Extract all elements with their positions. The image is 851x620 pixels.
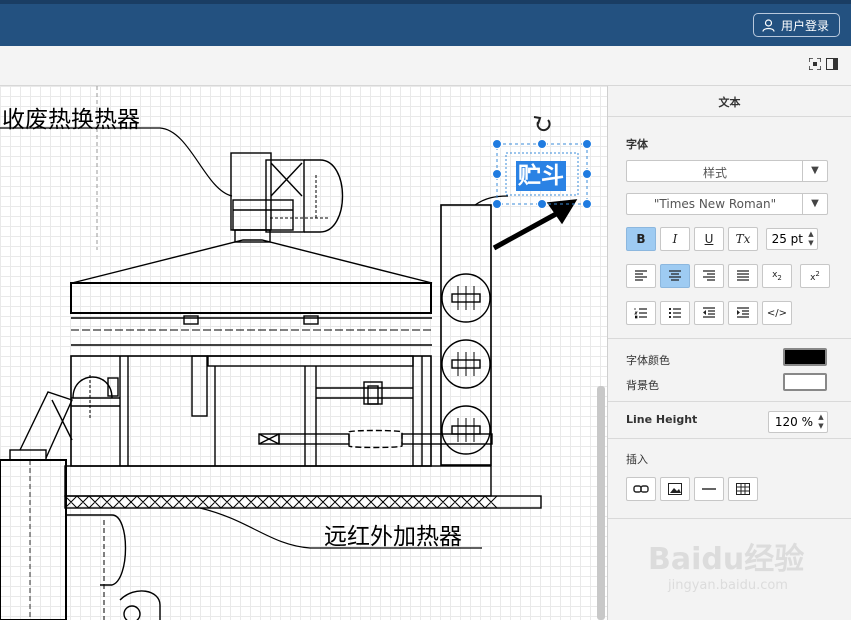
chevron-down-icon: ▼ <box>802 194 827 214</box>
top-header-bar: 用户登录 <box>0 0 851 46</box>
align-right-icon <box>703 270 715 281</box>
justify-icon <box>737 270 749 281</box>
user-icon <box>762 18 775 32</box>
rotate-handle-icon[interactable] <box>532 114 552 134</box>
insert-label: 插入 <box>626 453 648 466</box>
bold-button[interactable]: B <box>626 227 656 251</box>
outdent-icon <box>703 307 715 318</box>
horizontal-rule-icon <box>702 488 716 490</box>
spinner-icon[interactable]: ▲ ▼ <box>816 413 826 431</box>
align-center-button[interactable] <box>660 264 690 288</box>
font-section-label: 字体 <box>626 138 648 151</box>
panel-title: 文本 <box>718 96 741 109</box>
selected-text-hopper[interactable]: 贮斗 <box>516 161 566 191</box>
editor-toolbar <box>0 46 851 86</box>
align-left-button[interactable] <box>626 264 656 288</box>
font-family-dropdown[interactable]: "Times New Roman" ▼ <box>626 193 828 215</box>
user-login-label: 用户登录 <box>780 18 829 33</box>
font-family-value: "Times New Roman" <box>653 197 777 211</box>
subscript-icon: x2 <box>772 270 782 282</box>
table-icon <box>736 483 750 495</box>
align-center-icon <box>669 270 681 281</box>
superscript-icon: x2 <box>810 269 820 283</box>
clear-format-button[interactable]: Tx <box>728 227 758 251</box>
watermark-brand: Baidu经验 <box>648 542 805 577</box>
insert-hr-button[interactable] <box>694 477 724 501</box>
bullet-list-icon <box>669 308 681 318</box>
justify-button[interactable] <box>728 264 758 288</box>
drawing-canvas[interactable]: 收废热换热器 远红外加热器 贮斗 <box>0 86 607 620</box>
code-icon: </> <box>766 307 788 319</box>
align-left-icon <box>635 270 647 281</box>
outdent-button[interactable] <box>694 301 724 325</box>
style-dropdown[interactable]: 样式 ▼ <box>626 160 828 182</box>
heat-exchanger-label[interactable]: 收废热换热器 <box>2 100 140 134</box>
indent-button[interactable] <box>728 301 758 325</box>
chevron-down-icon: ▼ <box>802 161 827 181</box>
infrared-heater-label[interactable]: 远红外加热器 <box>324 517 462 551</box>
font-size-input[interactable]: 25 pt ▲ ▼ <box>766 228 818 250</box>
insert-table-button[interactable] <box>728 477 758 501</box>
bg-color-label: 背景色 <box>626 379 659 392</box>
line-height-value: 120 % <box>774 415 813 429</box>
fullscreen-icon[interactable] <box>809 58 821 70</box>
numbered-list-button[interactable] <box>626 301 656 325</box>
numbered-list-icon <box>634 308 647 319</box>
link-icon <box>633 485 649 493</box>
font-color-label: 字体颜色 <box>626 354 670 367</box>
format-panel: 文本 字体 样式 ▼ "Times New Roman" ▼ B I U Tx … <box>607 86 851 620</box>
font-color-swatch[interactable] <box>783 348 827 366</box>
user-login-button[interactable]: 用户登录 <box>752 13 840 37</box>
watermark-url: jingyan.baidu.com <box>668 578 788 593</box>
spinner-icon[interactable]: ▲ ▼ <box>806 230 816 248</box>
italic-button[interactable]: I <box>660 227 690 251</box>
underline-button[interactable]: U <box>694 227 724 251</box>
canvas-scrollbar[interactable] <box>597 386 605 620</box>
html-button[interactable]: </> <box>762 301 792 325</box>
style-dropdown-value: 样式 <box>702 166 727 180</box>
indent-icon <box>737 307 749 318</box>
superscript-button[interactable]: x2 <box>800 264 830 288</box>
line-height-label: Line Height <box>626 413 698 426</box>
align-right-button[interactable] <box>694 264 724 288</box>
line-height-input[interactable]: 120 % ▲ ▼ <box>768 411 828 433</box>
bullet-list-button[interactable] <box>660 301 690 325</box>
insert-link-button[interactable] <box>626 477 656 501</box>
bg-color-swatch[interactable] <box>783 373 827 391</box>
image-icon <box>668 483 682 495</box>
insert-image-button[interactable] <box>660 477 690 501</box>
toggle-panel-icon[interactable] <box>826 58 838 70</box>
subscript-button[interactable]: x2 <box>762 264 792 288</box>
font-size-value: 25 pt <box>771 232 803 246</box>
